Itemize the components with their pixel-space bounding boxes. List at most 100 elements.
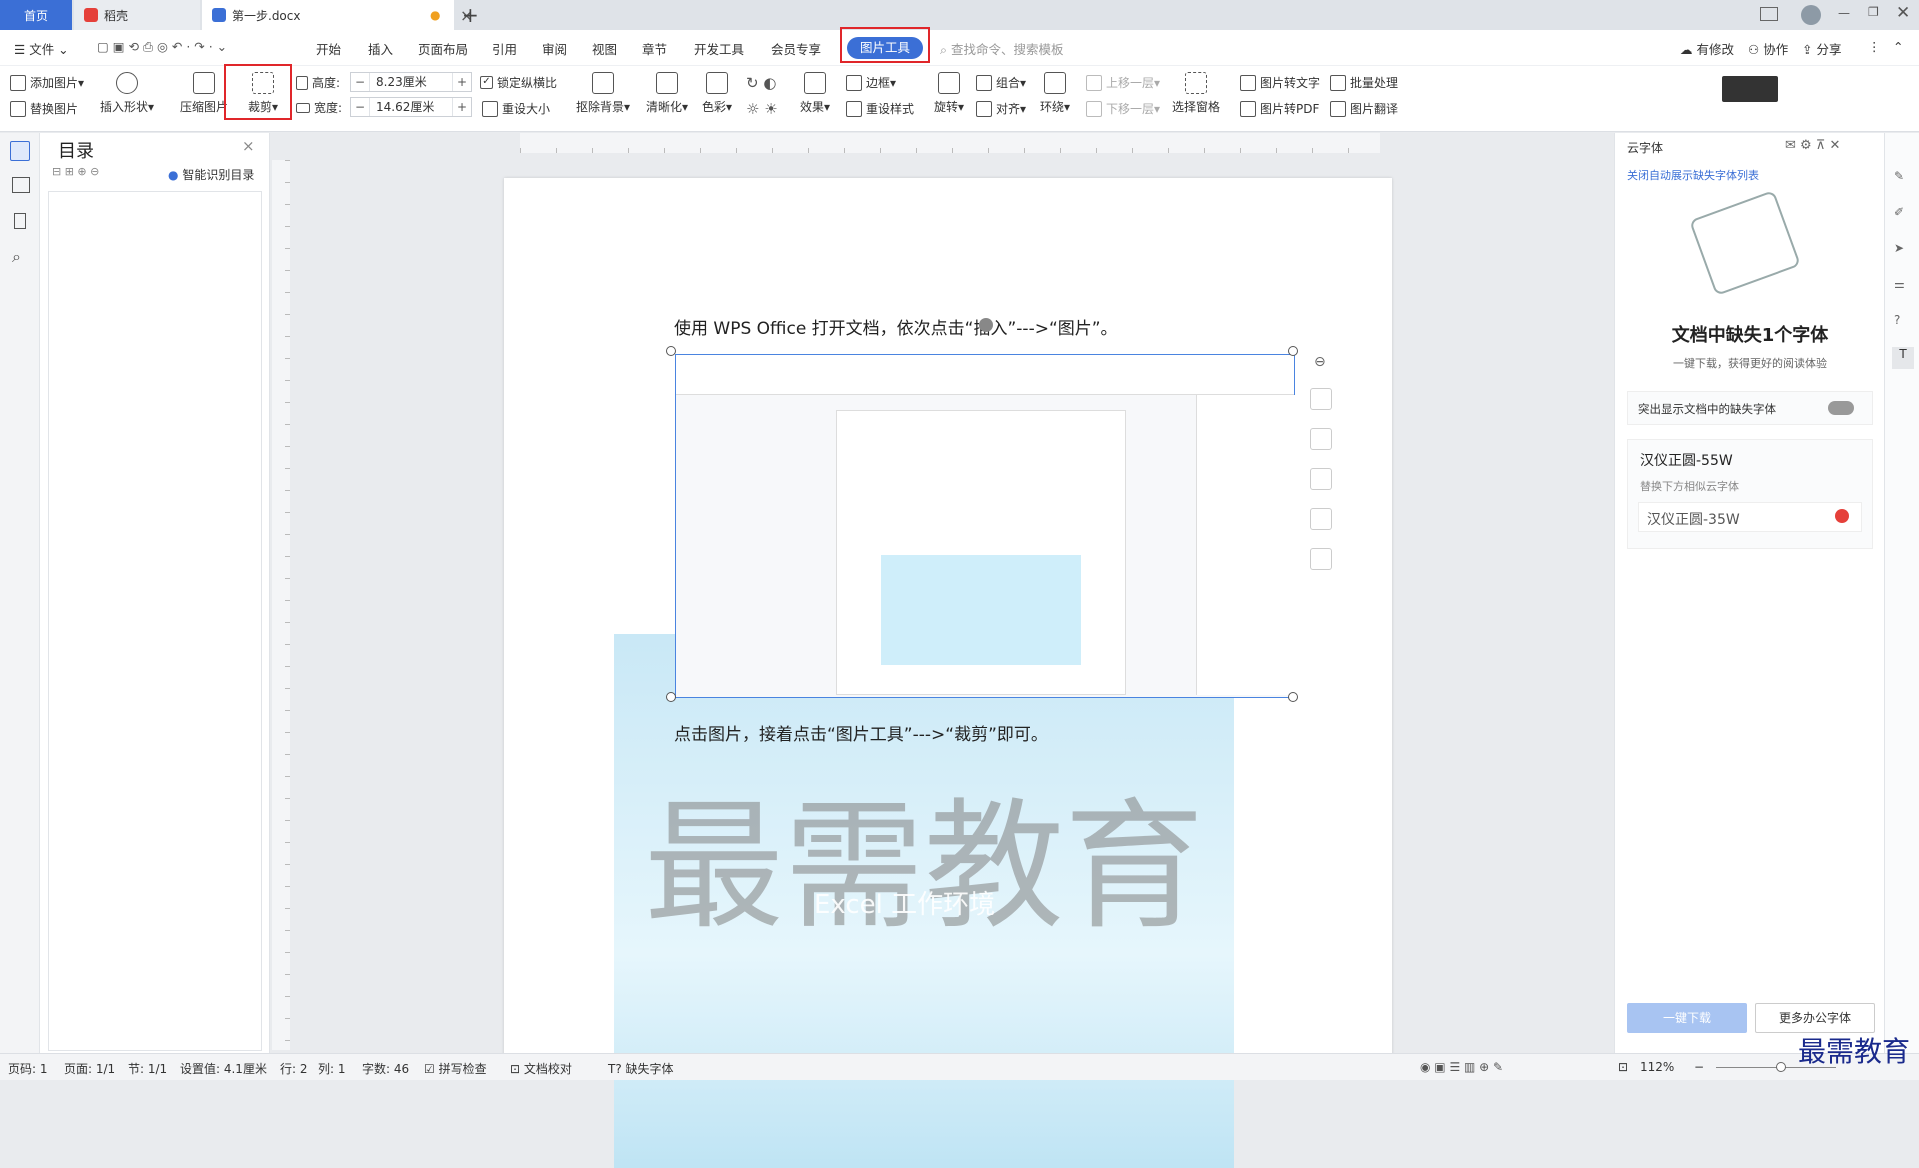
compress-picture-button[interactable]: 压缩图片 [180, 72, 228, 115]
close-window-icon[interactable]: ✕ [1896, 3, 1910, 23]
view-mode-icons[interactable]: ◉ ▣ ☰ ▥ ⊕ ✎ [1420, 1060, 1503, 1074]
zoom-slider-thumb[interactable] [1776, 1062, 1786, 1072]
color-button[interactable]: 色彩▾ [702, 72, 732, 115]
status-setting[interactable]: 设置值: 4.1厘米 [180, 1060, 267, 1077]
file-menu[interactable]: ☰ 文件 ⌄ [14, 39, 69, 58]
add-picture-button[interactable]: 添加图片 ▾ [10, 74, 84, 91]
share-button[interactable]: ⇪ 分享 [1802, 39, 1841, 58]
panel-header[interactable]: 云字体 [1627, 139, 1663, 156]
cursor-icon[interactable]: ➤ [1894, 241, 1904, 255]
height-stepper[interactable]: −8.23厘米 + [350, 72, 472, 92]
bookmark-icon[interactable] [14, 213, 26, 229]
lock-ratio-checkbox[interactable]: ✓ 锁定纵横比 [480, 74, 557, 91]
missing-font-button[interactable]: T? 缺失字体 [608, 1060, 674, 1077]
menu-start[interactable]: 开始 [316, 39, 341, 58]
reset-size-button[interactable]: 重设大小 [482, 100, 550, 117]
quick-access-toolbar[interactable]: ▢ ▣ ⟲ ⎙ ◎ ↶ · ↷ · ⌄ [97, 39, 227, 55]
menu-chapter[interactable]: 章节 [642, 39, 667, 58]
menu-picture-tools[interactable]: 图片工具 [847, 37, 923, 59]
collab-button[interactable]: ⚇ 协作 [1748, 39, 1788, 58]
send-backward-button[interactable]: 下移一层 ▾ [1086, 100, 1160, 117]
resize-handle[interactable] [666, 346, 676, 356]
collapse-icon[interactable]: ⊖ [1314, 354, 1326, 370]
resize-handle[interactable] [666, 692, 676, 702]
pin-icon[interactable]: ✎ [1894, 169, 1904, 183]
status-col[interactable]: 列: 1 [318, 1060, 346, 1077]
resize-handle[interactable] [1288, 692, 1298, 702]
menu-view[interactable]: 视图 [592, 39, 617, 58]
width-decrease[interactable]: − [351, 100, 369, 114]
more-icon[interactable]: ⋮ [1868, 39, 1881, 54]
ad-thumbnail[interactable] [1722, 76, 1778, 102]
menu-references[interactable]: 引用 [492, 39, 517, 58]
height-decrease[interactable]: − [351, 75, 369, 89]
pic-to-pdf-button[interactable]: 图片转PDF [1240, 100, 1319, 117]
new-tab-button[interactable]: + [462, 3, 479, 27]
layout-options-icon[interactable] [1310, 388, 1332, 410]
search-command[interactable]: ⌕ 查找命令、搜索模板 [940, 39, 1064, 58]
panel-header-icons[interactable]: ✉ ⚙ ⊼ ✕ [1785, 138, 1840, 153]
effect-button[interactable]: 效果▾ [800, 72, 830, 115]
tab-daoke[interactable]: 稻壳 [74, 0, 200, 30]
align-button[interactable]: 对齐 ▾ [976, 100, 1026, 117]
toc-expand-icons[interactable]: ⊟ ⊞ ⊕ ⊖ [52, 165, 99, 178]
edit-icon[interactable]: ✐ [1894, 205, 1904, 219]
width-stepper[interactable]: −14.62厘米 + [350, 97, 472, 117]
paragraph-2[interactable]: 点击图片，接着点击“图片工具”--->“裁剪”即可。 [674, 720, 1048, 745]
menu-developer[interactable]: 开发工具 [694, 39, 744, 58]
document-page[interactable]: 最需教育 Excel 工作环境 使用 WPS Office 打开文档，依次点击“… [504, 178, 1392, 1168]
menu-review[interactable]: 审阅 [542, 39, 567, 58]
idea-icon[interactable] [1310, 508, 1332, 530]
spell-check-button[interactable]: ☑ 拼写检查 [424, 1060, 487, 1077]
zoom-icon[interactable] [1310, 428, 1332, 450]
close-auto-list-link[interactable]: 关闭自动展示缺失字体列表 [1627, 167, 1759, 183]
font-icon[interactable]: T [1892, 347, 1914, 369]
group-button[interactable]: 组合 ▾ [976, 74, 1026, 91]
status-words[interactable]: 字数: 46 [362, 1060, 409, 1077]
crop-button[interactable]: 裁剪▾ [248, 72, 278, 115]
changes-button[interactable]: ☁ 有修改 [1680, 39, 1734, 58]
status-page[interactable]: 页码: 1 [8, 1060, 48, 1077]
brightness-icons[interactable]: ☼ ☀ [746, 100, 778, 118]
inserted-screenshot[interactable] [675, 354, 1296, 698]
bring-forward-button[interactable]: 上移一层 ▾ [1086, 74, 1160, 91]
crop-icon[interactable] [1310, 468, 1332, 490]
search-icon[interactable]: ⌕ [12, 247, 21, 267]
close-panel-icon[interactable]: × [242, 137, 255, 155]
tab-home[interactable]: 首页 [0, 0, 72, 30]
sharpen-button[interactable]: 清晰化▾ [646, 72, 688, 115]
folder-icon[interactable] [12, 177, 30, 193]
status-row[interactable]: 行: 2 [280, 1060, 308, 1077]
batch-process-button[interactable]: 批量处理 [1330, 74, 1398, 91]
settings-icon[interactable]: ⚌ [1894, 277, 1905, 291]
avatar[interactable] [1801, 5, 1821, 25]
toc-view-icon[interactable] [10, 141, 30, 161]
resize-handle[interactable] [1288, 346, 1298, 356]
help-icon[interactable]: ? [1894, 313, 1900, 327]
height-value[interactable]: 8.23厘米 [369, 73, 453, 91]
pic-translate-button[interactable]: 图片翻译 [1330, 100, 1398, 117]
remove-background-button[interactable]: 抠除背景▾ [576, 72, 630, 115]
smart-toc-button[interactable]: ● 智能识别目录 [168, 166, 254, 183]
pic-to-text-icon[interactable] [1310, 548, 1332, 570]
similar-font-item[interactable]: 汉仪正圆-35W [1638, 502, 1862, 532]
background-picture[interactable]: 最需教育 Excel 工作环境 [614, 634, 1234, 1168]
border-button[interactable]: 边框 ▾ [846, 74, 896, 91]
selection-pane-button[interactable]: 选择窗格 [1172, 72, 1220, 115]
height-increase[interactable]: + [453, 75, 471, 89]
status-section[interactable]: 节: 1/1 [128, 1060, 167, 1077]
replace-picture-button[interactable]: 替换图片 [10, 100, 78, 117]
collapse-ribbon-icon[interactable]: ⌃ [1893, 39, 1903, 54]
layout-icon[interactable] [1760, 7, 1778, 21]
highlight-toggle[interactable] [1828, 401, 1854, 415]
zoom-level[interactable]: 112% [1640, 1060, 1674, 1074]
paragraph-1[interactable]: 使用 WPS Office 打开文档，依次点击“插入”--->“图片”。 [674, 314, 1118, 339]
rotate-button[interactable]: 旋转▾ [934, 72, 964, 115]
zoom-out-button[interactable]: − [1694, 1060, 1704, 1074]
restore-icon[interactable]: ❐ [1868, 5, 1879, 19]
more-fonts-button[interactable]: 更多办公字体 [1755, 1003, 1875, 1033]
menu-member[interactable]: 会员专享 [771, 39, 821, 58]
tab-document[interactable]: 第一步.docx ● × [202, 0, 473, 30]
pic-to-text-button[interactable]: 图片转文字 [1240, 74, 1320, 91]
width-value[interactable]: 14.62厘米 [369, 98, 453, 116]
